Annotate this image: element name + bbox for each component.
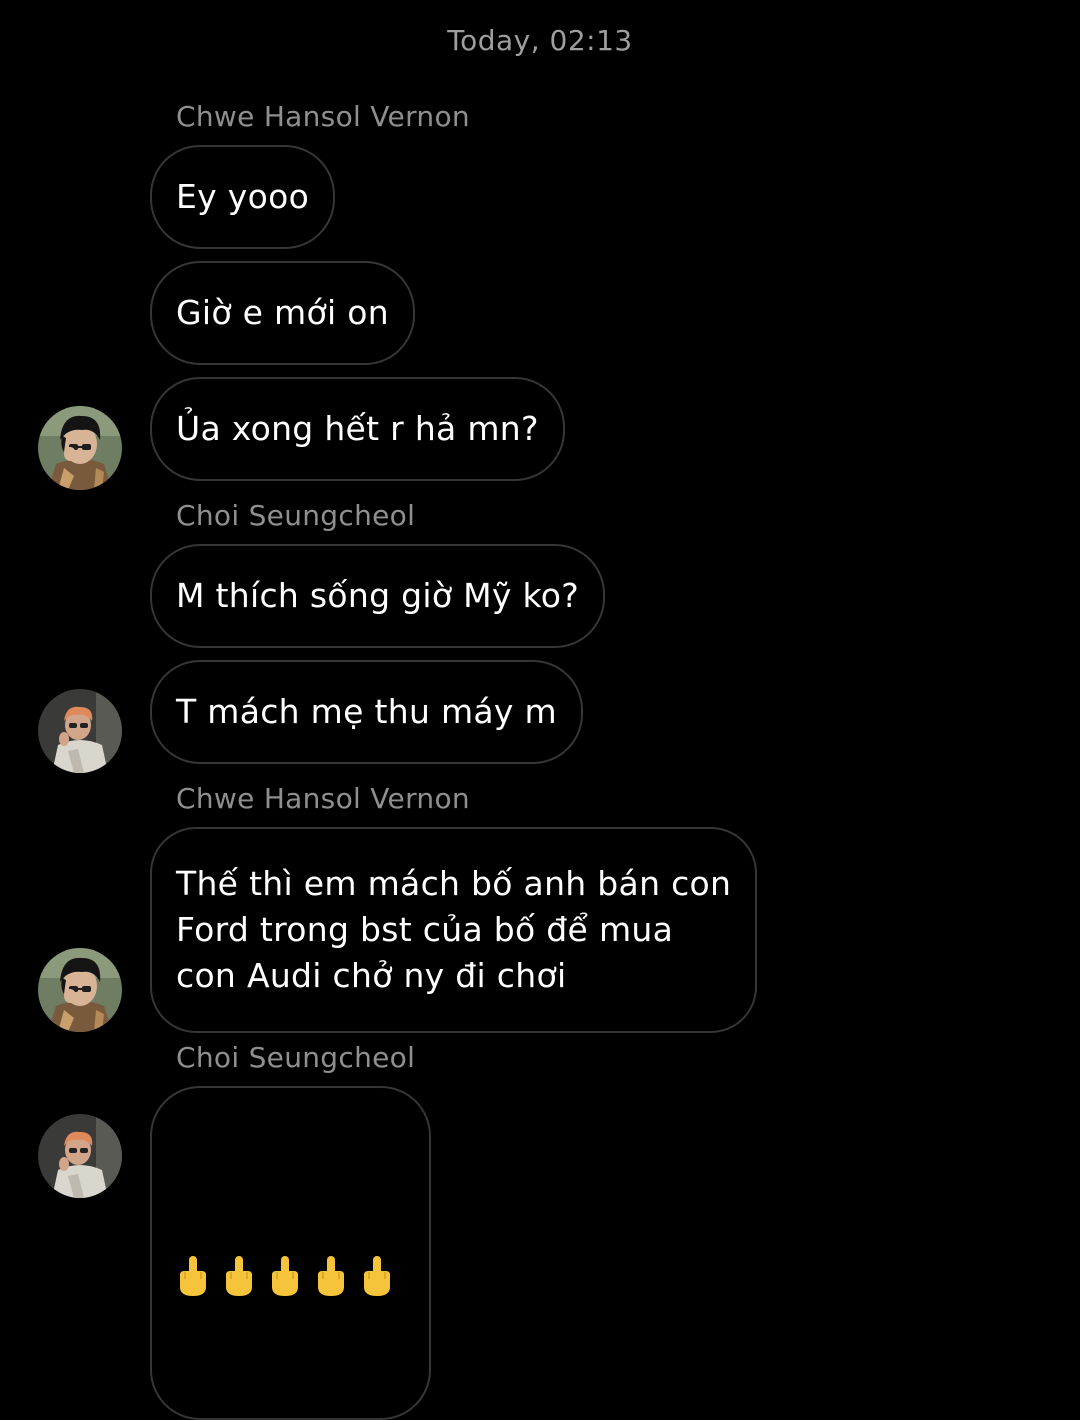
- emoji-row: [176, 1253, 405, 1299]
- message-bubble[interactable]: Ey yooo: [150, 145, 336, 249]
- chat-timestamp: Today, 02:13: [447, 24, 633, 57]
- avatar-photo-seungcheol-icon: [38, 689, 122, 773]
- sender-name: Chwe Hansol Vernon: [176, 100, 470, 133]
- sender-name: Choi Seungcheol: [176, 499, 416, 532]
- middle-finger-emoji-icon: [226, 1256, 252, 1296]
- middle-finger-emoji-icon: [364, 1256, 390, 1296]
- message-bubble[interactable]: Ủa xong hết r hả mn?: [150, 377, 565, 481]
- avatar-photo-vernon-icon: [38, 948, 122, 1032]
- message-bubble[interactable]: Giờ e mới on: [150, 261, 415, 365]
- sender-name: Chwe Hansol Vernon: [176, 782, 470, 815]
- avatar-seungcheol[interactable]: [38, 689, 122, 773]
- emoji-text: 🖕🖕🖕🖕🖕: [219, 1161, 220, 1162]
- avatar-vernon[interactable]: [38, 948, 122, 1032]
- sender-name: Choi Seungcheol: [176, 1041, 416, 1074]
- avatar-vernon[interactable]: [38, 406, 122, 490]
- message-bubble[interactable]: T mách mẹ thu máy m: [150, 660, 583, 764]
- middle-finger-emoji-icon: [318, 1256, 344, 1296]
- avatar-seungcheol[interactable]: [38, 1114, 122, 1198]
- avatar-photo-vernon-icon: [38, 406, 122, 490]
- middle-finger-emoji-icon: [272, 1256, 298, 1296]
- message-bubble-emoji[interactable]: 🖕🖕🖕🖕🖕: [150, 1086, 431, 1420]
- middle-finger-emoji-icon: [180, 1256, 206, 1296]
- avatar-photo-seungcheol-icon: [38, 1114, 122, 1198]
- message-bubble[interactable]: Thế thì em mách bố anh bán con Ford tron…: [150, 827, 758, 1033]
- message-bubble[interactable]: M thích sống giờ Mỹ ko?: [150, 544, 606, 648]
